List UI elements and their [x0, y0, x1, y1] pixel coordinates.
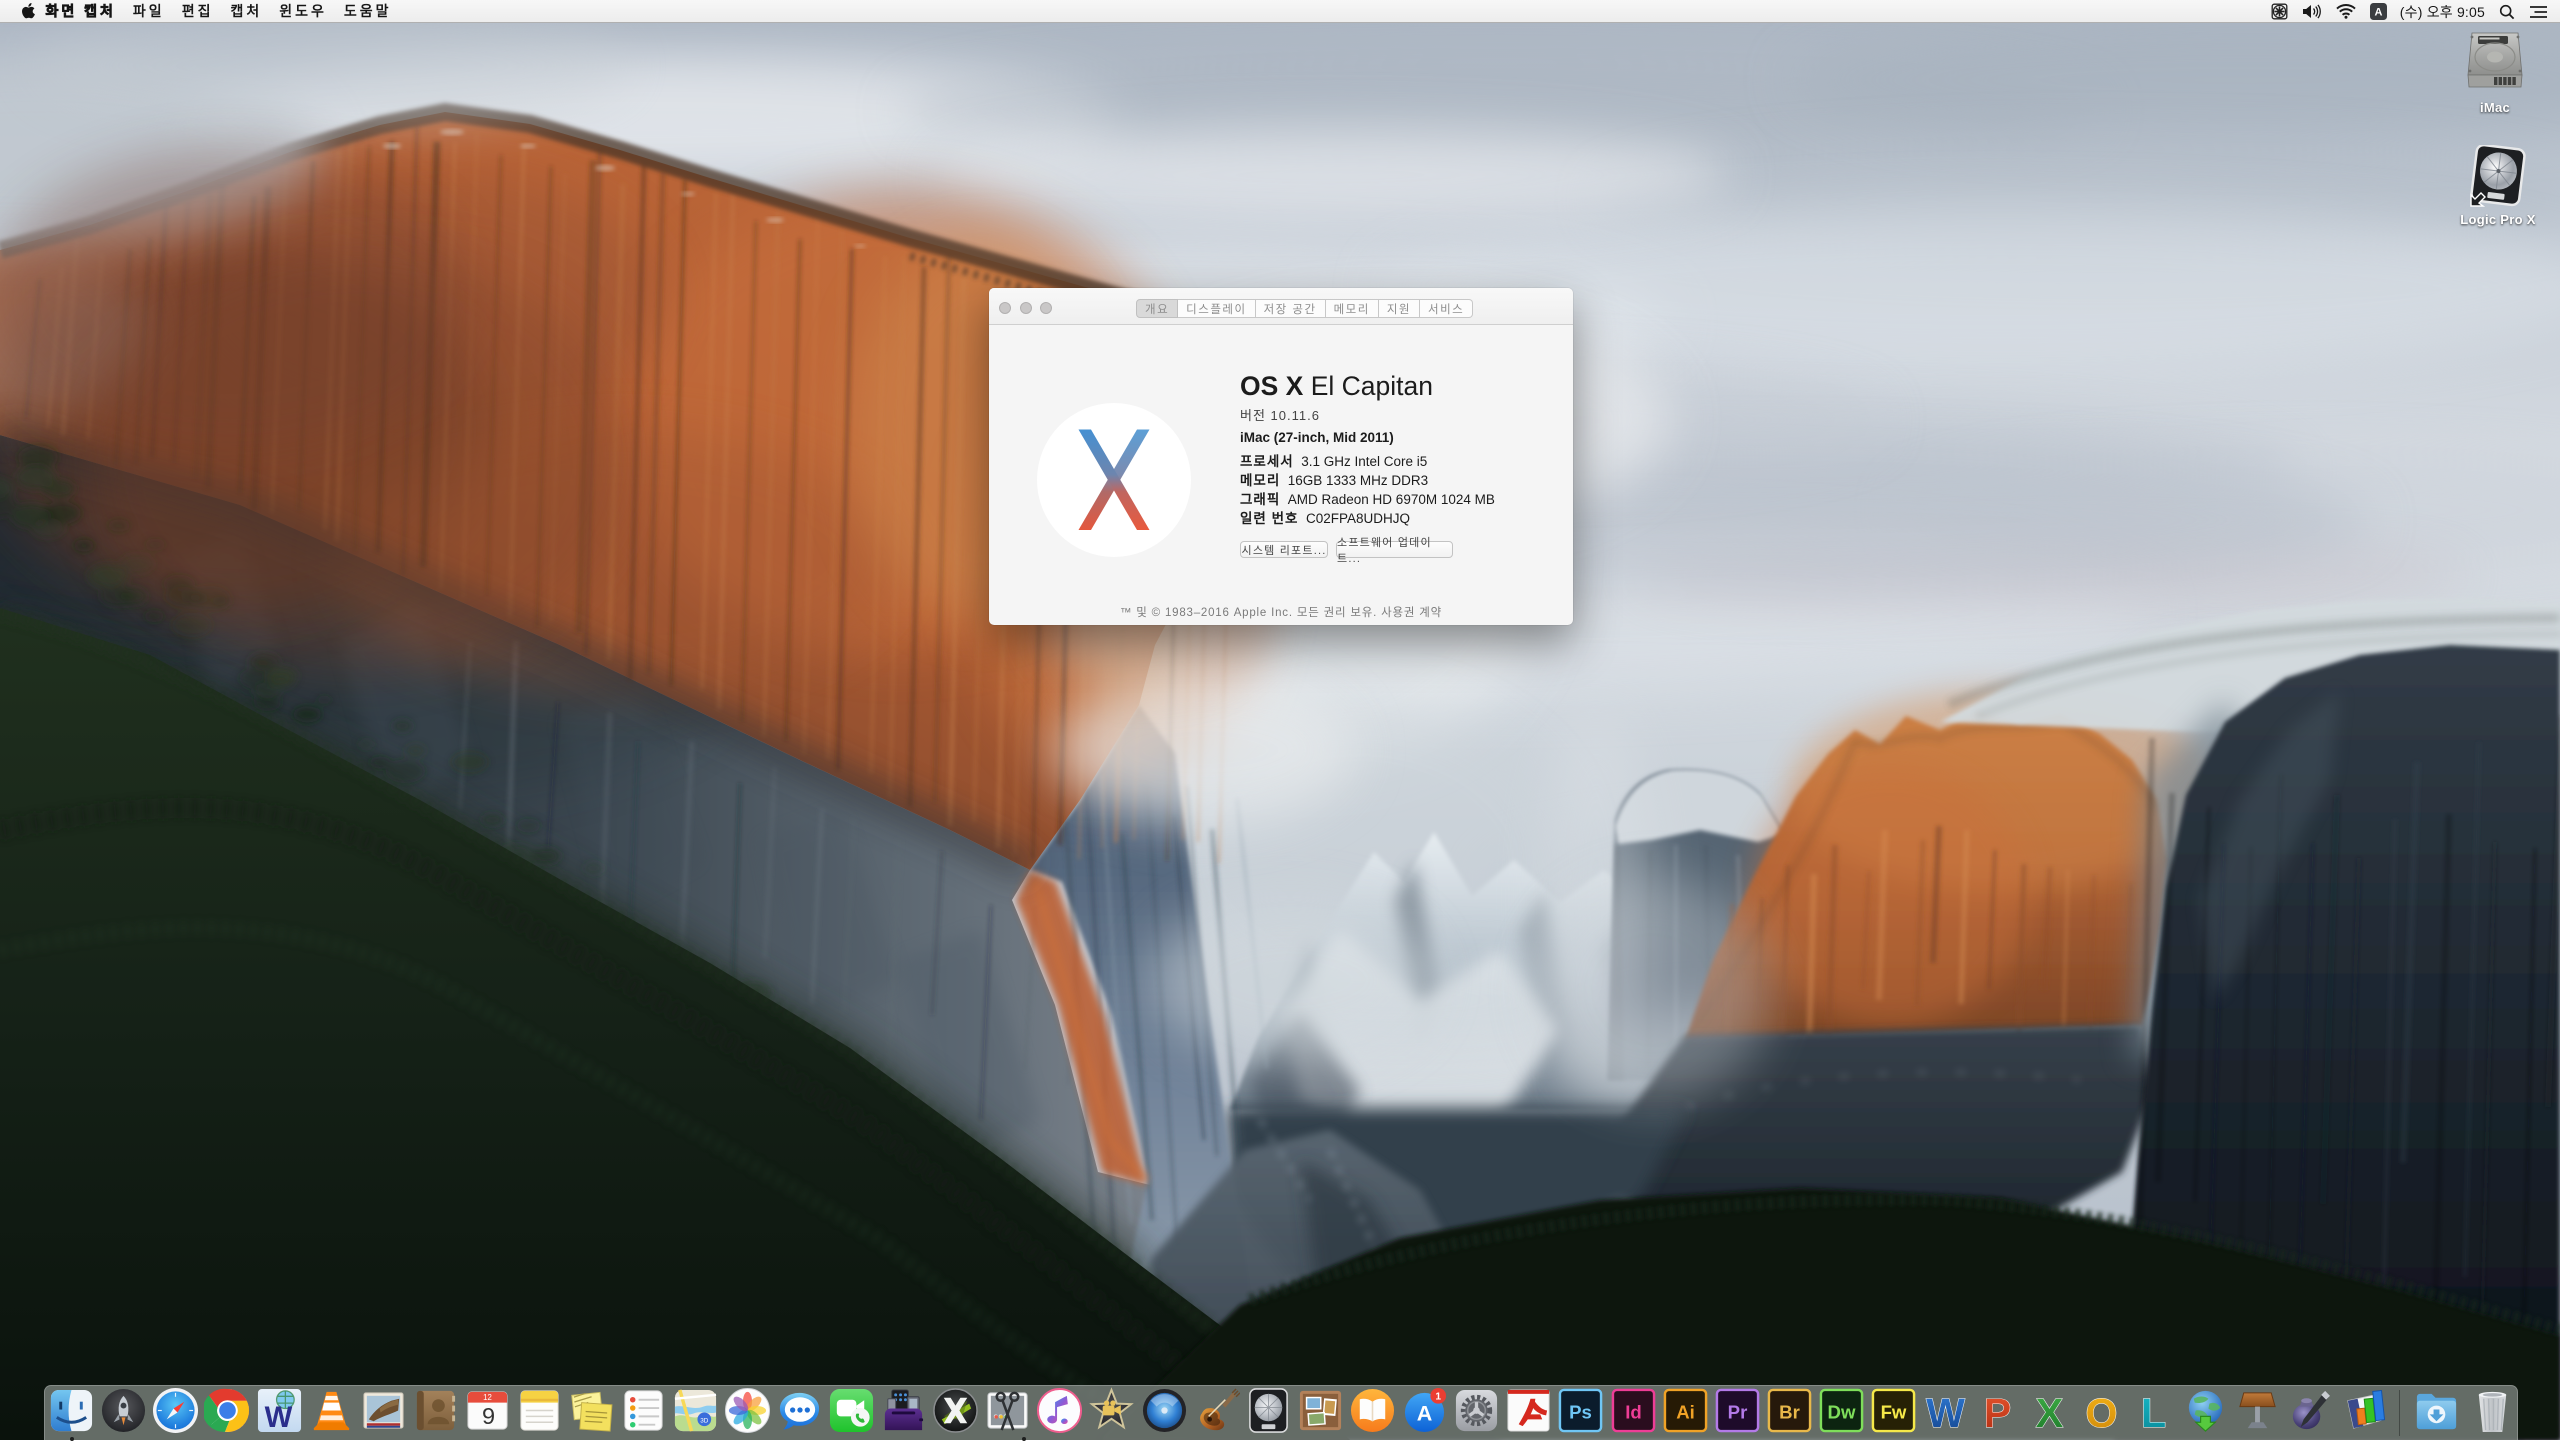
svg-text:12: 12 [483, 1393, 492, 1402]
svg-text:Ps: Ps [1569, 1401, 1592, 1422]
svg-text:3D: 3D [700, 1417, 709, 1424]
svg-text:O: O [2086, 1390, 2118, 1434]
svg-text:X: X [2036, 1390, 2064, 1434]
svg-text:W: W [265, 1401, 293, 1434]
svg-text:Dw: Dw [1828, 1401, 1856, 1422]
svg-text:L: L [2141, 1390, 2166, 1434]
svg-text:W: W [1926, 1390, 1965, 1434]
svg-text:Fw: Fw [1881, 1401, 1907, 1422]
svg-text:9: 9 [482, 1403, 495, 1429]
svg-text:Ai: Ai [1676, 1401, 1695, 1422]
svg-text:1: 1 [1435, 1391, 1441, 1402]
svg-text:Pr: Pr [1728, 1401, 1748, 1422]
svg-text:P: P [1984, 1390, 2011, 1434]
svg-text:A: A [1417, 1401, 1433, 1425]
svg-text:A: A [2374, 7, 2382, 19]
svg-text:Br: Br [1779, 1401, 1800, 1422]
svg-text:Id: Id [1625, 1401, 1642, 1422]
